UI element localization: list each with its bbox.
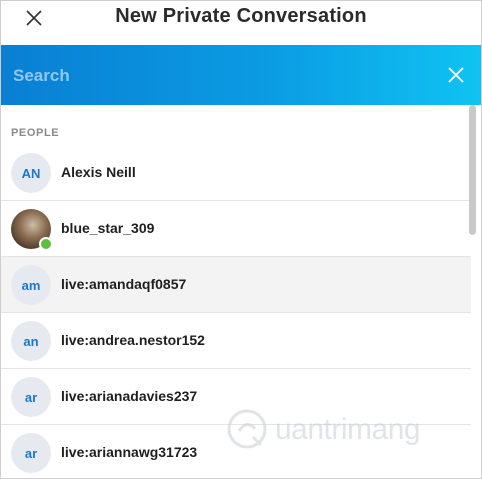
avatar: ar <box>11 433 51 473</box>
search-input[interactable] <box>11 59 415 93</box>
avatar: am <box>11 265 51 305</box>
contact-name: live:arianadavies237 <box>61 388 198 404</box>
contact-name: blue_star_309 <box>61 220 155 236</box>
contact-name: live:amandaqf0857 <box>61 276 187 292</box>
dialog-title: New Private Conversation <box>115 5 367 27</box>
section-header-people: PEOPLE <box>11 127 60 139</box>
avatar: AN <box>11 153 51 193</box>
scrollbar-thumb[interactable] <box>469 105 476 235</box>
search-bar <box>1 45 481 105</box>
new-conversation-dialog: New Private Conversation PEOPLE AN Alexi… <box>0 0 482 479</box>
contact-row[interactable]: ar live:arianadavies237 <box>1 369 471 425</box>
online-status-icon <box>39 237 53 251</box>
contact-row[interactable]: an live:andrea.nestor152 <box>1 313 471 369</box>
contact-row[interactable]: am live:amandaqf0857 <box>1 257 471 313</box>
clear-search-icon[interactable] <box>446 65 466 85</box>
contact-row[interactable]: AN Alexis Neill <box>1 145 471 201</box>
contact-row[interactable]: ar live:ariannawg31723 <box>1 425 471 478</box>
contact-row[interactable]: blue_star_309 <box>1 201 471 257</box>
contact-name: live:ariannawg31723 <box>61 444 198 460</box>
avatar: ar <box>11 377 51 417</box>
contact-name: Alexis Neill <box>61 164 136 180</box>
avatar: an <box>11 321 51 361</box>
contact-name: live:andrea.nestor152 <box>61 332 205 348</box>
people-list: PEOPLE AN Alexis Neill blue_star_309 am … <box>1 105 471 478</box>
title-bar: New Private Conversation <box>1 1 481 45</box>
